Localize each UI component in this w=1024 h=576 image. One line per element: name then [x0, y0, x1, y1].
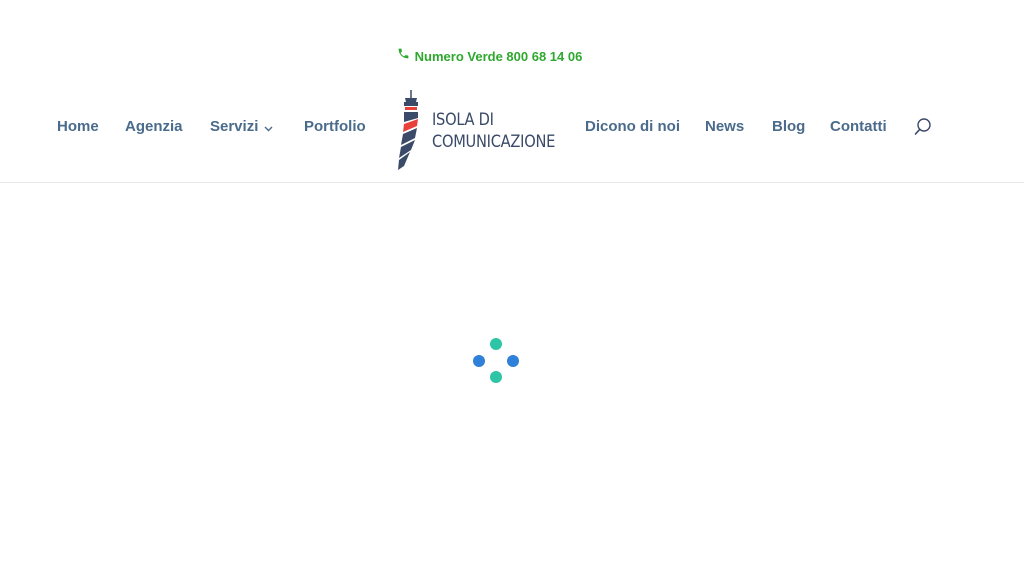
- loader-dot-left: [473, 355, 485, 367]
- page: Numero Verde 800 68 14 06 Home Agenzia S…: [0, 0, 1024, 576]
- site-header: Home Agenzia Servizi Portfolio ISOLA DI …: [0, 80, 1024, 183]
- phone-icon: [397, 47, 410, 65]
- loading-spinner-icon: [470, 335, 522, 387]
- loader-dot-top: [490, 338, 502, 350]
- top-bar: Numero Verde 800 68 14 06: [0, 45, 1024, 67]
- logo-line-1: ISOLA DI: [432, 110, 494, 130]
- phone-link[interactable]: Numero Verde 800 68 14 06: [397, 47, 583, 65]
- nav-portfolio[interactable]: Portfolio: [304, 118, 366, 135]
- nav-servizi-label: Servizi: [210, 118, 259, 135]
- nav-dicono-di-noi[interactable]: Dicono di noi: [585, 118, 680, 135]
- nav-contatti[interactable]: Contatti: [830, 118, 887, 135]
- loader-dot-right: [507, 355, 519, 367]
- phone-number: Numero Verde 800 68 14 06: [414, 48, 583, 64]
- logo-line-2: COMUNICAZIONE: [432, 132, 556, 152]
- nav-home[interactable]: Home: [57, 118, 99, 135]
- site-logo[interactable]: ISOLA DI COMUNICAZIONE: [396, 88, 558, 172]
- search-icon[interactable]: [913, 117, 933, 137]
- nav-news[interactable]: News: [705, 118, 744, 135]
- chevron-down-icon: [264, 119, 273, 136]
- nav-blog[interactable]: Blog: [772, 118, 805, 135]
- loader-dot-bottom: [490, 371, 502, 383]
- nav-agenzia[interactable]: Agenzia: [125, 118, 183, 135]
- nav-servizi[interactable]: Servizi: [210, 118, 273, 136]
